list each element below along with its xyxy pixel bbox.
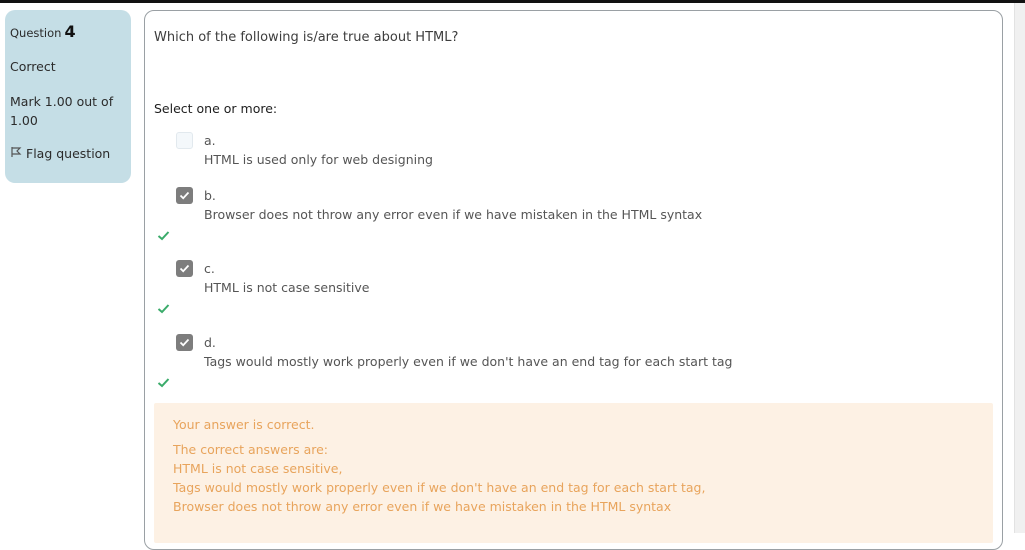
top-bar bbox=[0, 0, 1025, 3]
question-content: Which of the following is/are true about… bbox=[144, 10, 1003, 550]
checkmark-icon bbox=[179, 191, 190, 200]
answer-prompt: Select one or more: bbox=[154, 101, 278, 116]
option-letter: d. bbox=[204, 335, 216, 350]
flag-icon bbox=[10, 146, 22, 161]
option-letter: c. bbox=[204, 261, 215, 276]
correct-answer-line: Browser does not throw any error even if… bbox=[173, 499, 672, 514]
checkmark-icon bbox=[179, 264, 190, 273]
option-letter: a. bbox=[204, 133, 216, 148]
question-grade: Mark 1.00 out of 1.00 bbox=[10, 94, 114, 128]
answer-checkbox-d[interactable] bbox=[176, 334, 193, 351]
option-text: Tags would mostly work properly even if … bbox=[204, 354, 733, 369]
correct-tick-icon bbox=[157, 304, 170, 314]
correct-tick-icon bbox=[157, 231, 170, 241]
option-text: HTML is used only for web designing bbox=[204, 152, 433, 167]
question-state: Correct bbox=[10, 59, 56, 74]
correct-answer-line: HTML is not case sensitive, bbox=[173, 461, 343, 476]
option-letter: b. bbox=[204, 188, 216, 203]
correct-answers-header: The correct answers are: bbox=[173, 442, 329, 457]
option-text: Browser does not throw any error even if… bbox=[204, 207, 703, 222]
answer-checkbox-b[interactable] bbox=[176, 187, 193, 204]
correct-tick-icon bbox=[157, 378, 170, 388]
flag-question-label: Flag question bbox=[26, 146, 111, 161]
correct-answer-line: Tags would mostly work properly even if … bbox=[173, 480, 706, 495]
answer-checkbox-c[interactable] bbox=[176, 260, 193, 277]
option-text: HTML is not case sensitive bbox=[204, 280, 370, 295]
flag-question-link[interactable]: Flag question bbox=[10, 146, 126, 161]
question-number-value: 4 bbox=[64, 22, 76, 41]
question-text: Which of the following is/are true about… bbox=[154, 30, 459, 45]
feedback-box: Your answer is correct. The correct answ… bbox=[154, 403, 993, 543]
feedback-result: Your answer is correct. bbox=[173, 417, 315, 432]
answer-checkbox-a[interactable] bbox=[176, 132, 193, 149]
scrollbar[interactable] bbox=[1014, 3, 1025, 533]
question-info-panel: Question 4 Correct Mark 1.00 out of 1.00… bbox=[5, 10, 131, 183]
question-label: Question bbox=[10, 26, 62, 40]
question-number: Question 4 bbox=[10, 22, 126, 41]
checkmark-icon bbox=[179, 338, 190, 347]
